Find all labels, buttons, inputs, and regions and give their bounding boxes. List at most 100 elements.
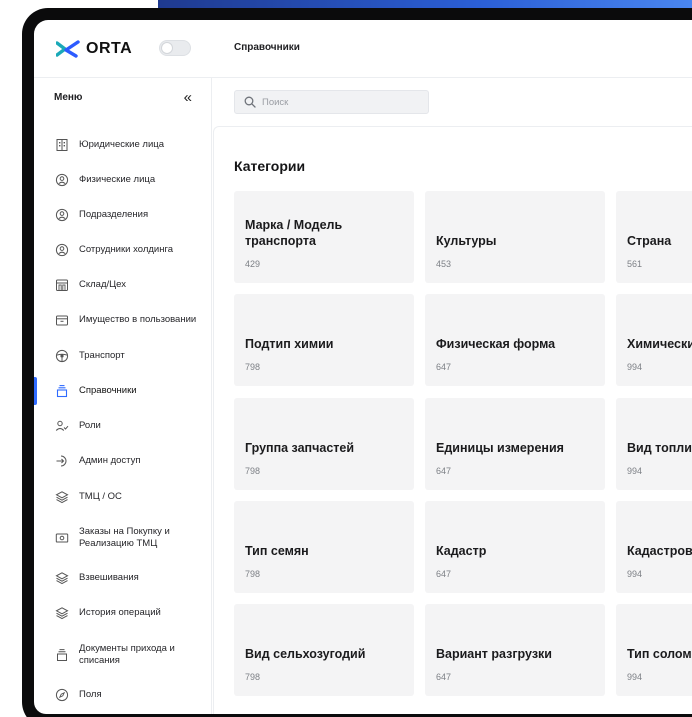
active-indicator [34, 377, 37, 405]
category-count: 994 [627, 362, 643, 372]
category-card[interactable]: Тип солом 994 [616, 604, 692, 696]
category-card[interactable]: Вариант разгрузки 647 [425, 604, 605, 696]
logo[interactable]: ORTA [56, 40, 132, 58]
sidebar-item-14[interactable]: История операций [34, 598, 212, 628]
category-count: 798 [245, 672, 261, 682]
category-name: Культуры [436, 234, 497, 248]
person-circle-icon [55, 243, 69, 257]
category-card[interactable]: Тип семян 798 [234, 501, 414, 593]
category-name: Химически [627, 337, 692, 351]
sidebar-item-label: Документы прихода и списания [79, 643, 175, 666]
sidebar-item-label: Взвешивания [79, 572, 139, 583]
category-name: Кадастров [627, 544, 692, 558]
sidebar-item-label: Подразделения [79, 209, 149, 220]
user-check-icon [55, 420, 69, 431]
category-count: 798 [245, 362, 261, 372]
categories-panel: Категории Марка / Модель транспорта 429 Ку… [213, 126, 692, 714]
category-card[interactable]: Подтип химии 798 [234, 294, 414, 386]
sidebar-item-1[interactable]: Юридические лица [34, 130, 212, 160]
search-input[interactable] [262, 96, 412, 108]
category-count: 994 [627, 672, 643, 682]
archive-icon [56, 315, 68, 326]
category-count: 994 [627, 466, 643, 476]
layers-icon [55, 572, 69, 585]
collapse-sidebar-icon[interactable]: « [184, 90, 192, 105]
page-title: Справочники [234, 42, 300, 53]
layers-icon [55, 491, 69, 504]
category-name: Подтип химии [245, 337, 334, 351]
category-name: Физическая форма [436, 337, 556, 351]
sidebar-item-6[interactable]: Имущество в пользовании [34, 305, 212, 335]
category-card[interactable]: Страна 561 [616, 191, 692, 283]
compass-icon [55, 688, 69, 702]
stack-icon [57, 649, 67, 661]
category-card[interactable]: Культуры 453 [425, 191, 605, 283]
sidebar-item-13[interactable]: Взвешивания [34, 563, 212, 593]
sidebar-item-label: Физические лица [79, 174, 156, 185]
menu-header: Меню « [54, 90, 192, 105]
sidebar-item-7[interactable]: Транспорт [34, 341, 212, 371]
category-count: 561 [627, 259, 643, 269]
app-header: ORTA Справочники [34, 20, 692, 78]
category-count: 647 [436, 672, 452, 682]
sidebar-item-3[interactable]: Подразделения [34, 200, 212, 230]
sidebar-item-label: Юридические лица [79, 139, 164, 150]
section-title: Категории [234, 158, 306, 174]
category-count: 429 [245, 259, 261, 269]
sidebar-item-5[interactable]: Склад/Цех [34, 270, 212, 300]
sidebar-item-2[interactable]: Физические лица [34, 165, 212, 195]
sidebar-item-15[interactable]: Документы прихода и списания [34, 640, 212, 670]
person-circle-icon [55, 208, 69, 222]
sidebar-item-label: Транспорт [79, 350, 125, 361]
sidebar-item-12[interactable]: Заказы на Покупку и Реализацию ТМЦ [34, 523, 212, 553]
category-name: Группа запчастей [245, 441, 355, 455]
orta-logo-icon [56, 40, 80, 58]
sidebar-item-label: Склад/Цех [79, 279, 126, 290]
category-count: 453 [436, 259, 452, 269]
app-window: ORTA Справочники Меню « Юридические лица… [34, 20, 692, 714]
category-card[interactable]: Кадастров 994 [616, 501, 692, 593]
sidebar-item-label: История операций [79, 607, 161, 618]
theme-toggle[interactable] [159, 40, 191, 56]
building-icon [56, 139, 68, 151]
category-card[interactable]: Вид сельхозугодий 798 [234, 604, 414, 696]
category-card[interactable]: Единицы измерения 647 [425, 398, 605, 490]
category-name: Марка / Модель транспорта [245, 218, 343, 248]
category-name: Тип семян [245, 544, 309, 558]
sidebar-item-10[interactable]: Админ доступ [34, 446, 212, 476]
sidebar-item-label: Роли [79, 420, 101, 431]
steering-wheel-icon [55, 349, 69, 363]
sidebar-item-16[interactable]: Поля [34, 680, 212, 710]
sidebar-item-4[interactable]: Сотрудники холдинга [34, 235, 212, 265]
category-count: 647 [436, 362, 452, 372]
sidebar-item-8[interactable]: Справочники [34, 376, 212, 406]
category-card[interactable]: Химически 994 [616, 294, 692, 386]
sidebar-item-11[interactable]: ТМЦ / ОС [34, 482, 212, 512]
category-card[interactable]: Физическая форма 647 [425, 294, 605, 386]
money-icon [55, 533, 69, 543]
sidebar-item-label: Поля [79, 689, 102, 700]
search-icon [244, 96, 256, 108]
category-count: 798 [245, 466, 261, 476]
category-card[interactable]: Вид топлив 994 [616, 398, 692, 490]
sidebar-item-label: Заказы на Покупку и Реализацию ТМЦ [79, 526, 170, 549]
category-name: Страна [627, 234, 672, 248]
person-circle-icon [55, 173, 69, 187]
category-name: Вид сельхозугодий [245, 647, 366, 661]
warehouse-icon [56, 279, 68, 291]
category-name: Вид топлив [627, 441, 692, 455]
category-name: Вариант разгрузки [436, 647, 552, 661]
category-count: 647 [436, 569, 452, 579]
login-icon [56, 455, 67, 467]
category-name: Единицы измерения [436, 441, 564, 455]
logo-text: ORTA [86, 40, 133, 57]
category-count: 798 [245, 569, 261, 579]
layers-icon [55, 607, 69, 620]
category-card[interactable]: Группа запчастей 798 [234, 398, 414, 490]
search-box[interactable] [234, 90, 429, 114]
sidebar-item-label: Имущество в пользовании [79, 314, 197, 325]
category-count: 994 [627, 569, 643, 579]
category-card[interactable]: Кадастр 647 [425, 501, 605, 593]
sidebar-item-9[interactable]: Роли [34, 411, 212, 441]
category-card[interactable]: Марка / Модель транспорта 429 [234, 191, 414, 283]
